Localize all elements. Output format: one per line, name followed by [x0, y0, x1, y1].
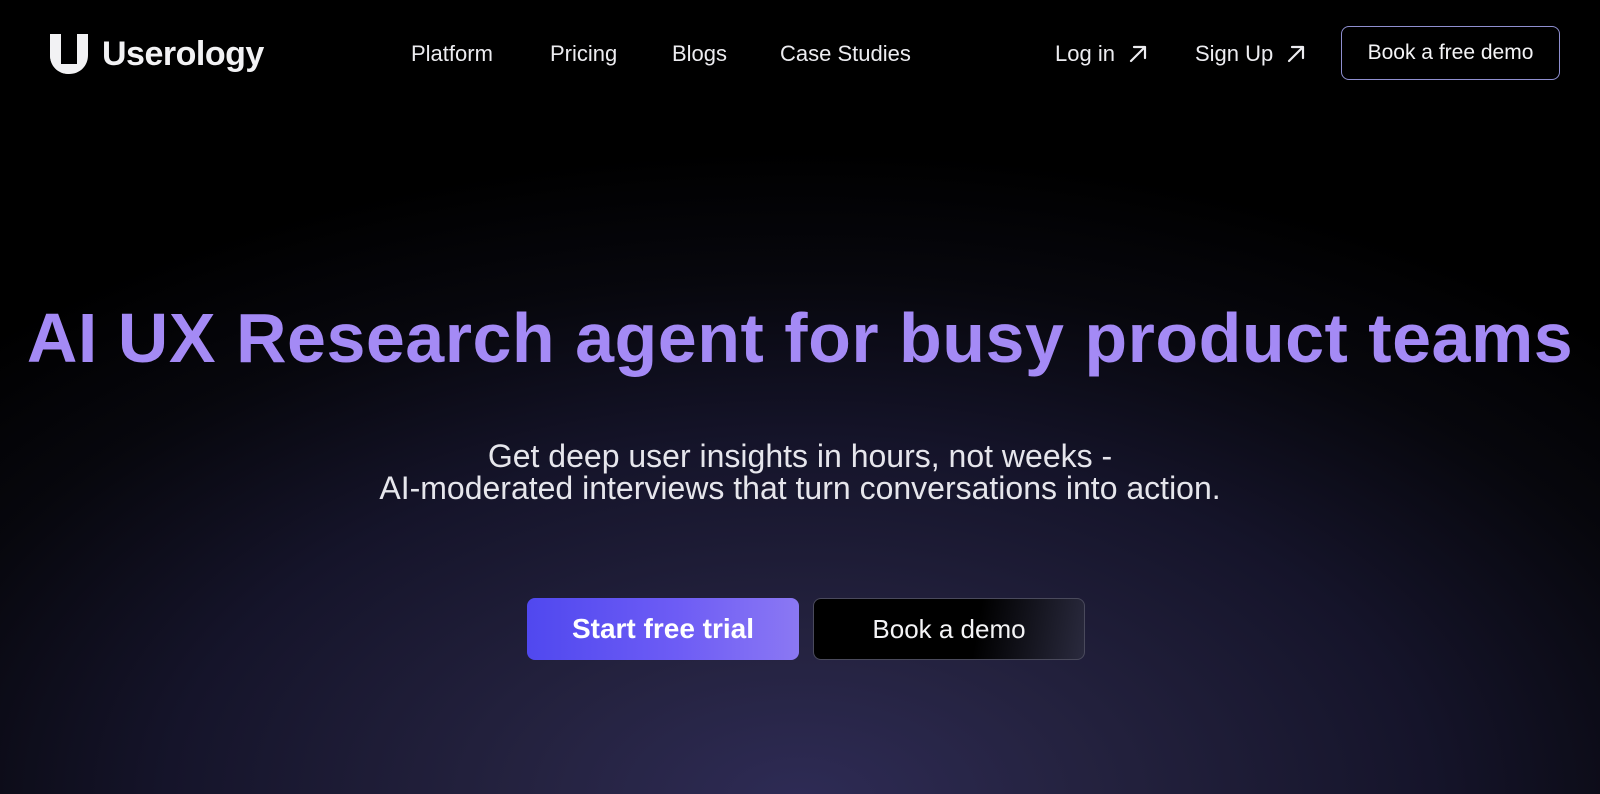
hero-subtitle-line-1: Get deep user insights in hours, not wee…	[487, 438, 1113, 474]
signup-link[interactable]: Sign Up	[1195, 40, 1307, 68]
signup-label: Sign Up	[1195, 41, 1274, 66]
arrow-up-right-icon	[1288, 45, 1305, 63]
login-link[interactable]: Log in	[1055, 40, 1149, 68]
hero-subtitle: Get deep user insights in hours, not wee…	[0, 440, 1600, 504]
login-label: Log in	[1055, 41, 1115, 66]
userology-u-logo-icon	[50, 34, 88, 74]
nav-link-pricing[interactable]: Pricing	[550, 40, 617, 68]
brand-logo[interactable]: Userology	[48, 34, 264, 74]
landing-page: Userology Platform Pricing Blogs Case St…	[0, 0, 1600, 794]
nav-link-blogs[interactable]: Blogs	[672, 40, 727, 68]
start-free-trial-button[interactable]: Start free trial	[527, 598, 799, 660]
nav-link-case-studies[interactable]: Case Studies	[780, 40, 911, 68]
brand-name: Userology	[102, 35, 264, 73]
hero-cta-row: Start free trial Book a demo	[527, 598, 1085, 660]
nav-link-platform[interactable]: Platform	[411, 40, 493, 68]
arrow-up-right-icon	[1129, 45, 1147, 63]
book-free-demo-button[interactable]: Book a free demo	[1341, 26, 1560, 80]
book-demo-button[interactable]: Book a demo	[813, 598, 1085, 660]
hero-title: AI UX Research agent for busy product te…	[26, 299, 1574, 377]
hero-subtitle-line-2: AI-moderated interviews that turn conver…	[379, 470, 1221, 506]
top-navbar: Userology Platform Pricing Blogs Case St…	[0, 0, 1600, 108]
